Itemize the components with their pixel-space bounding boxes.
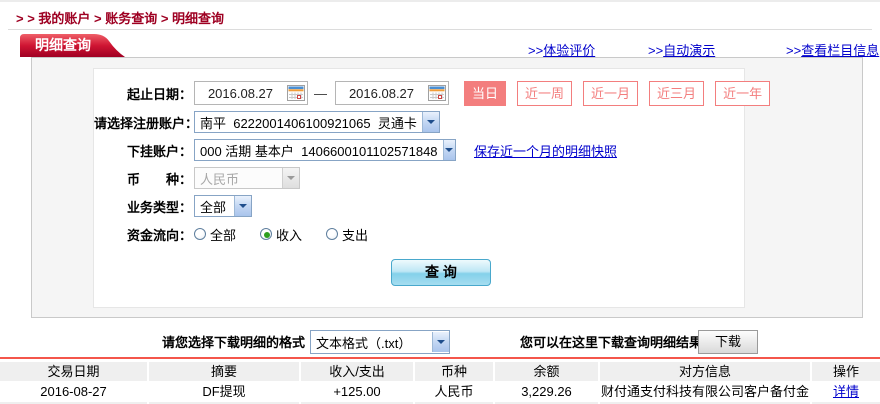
sub-account-value: 000 活期 基本户 1406600101102571848	[200, 143, 438, 159]
cell-balance: 3,229.26	[495, 382, 598, 401]
chevron-down-icon[interactable]	[422, 112, 439, 132]
flow-option-label: 支出	[342, 227, 369, 243]
breadcrumb-divider	[8, 29, 872, 30]
calendar-icon[interactable]	[427, 84, 447, 102]
download-format-value: 文本格式（.txt）	[316, 335, 412, 351]
register-account-value: 南平 6222001406100921065 灵通卡	[200, 115, 417, 131]
flow-option-all[interactable]: 全部	[194, 225, 236, 244]
cell-income-amount: +125.00	[301, 382, 413, 401]
cell-action: 详情	[812, 382, 880, 401]
sub-account-select[interactable]: 000 活期 基本户 1406600101102571848	[194, 139, 456, 161]
fund-flow-row: 资金流向： 全部 收入 支出	[94, 221, 368, 247]
date-to-input[interactable]: 2016.08.27	[335, 81, 449, 105]
tab-detail-query[interactable]: 明细查询	[20, 34, 125, 57]
radio-checked-icon[interactable]	[260, 228, 273, 240]
flow-option-income[interactable]: 收入	[260, 225, 302, 244]
cell-currency: 人民币	[415, 382, 493, 401]
date-range-row: 起止日期： 2016.08.27 — 2016.08.27 当日 近一周 近一月…	[94, 80, 771, 106]
register-account-select[interactable]: 南平 6222001406100921065 灵通卡	[194, 111, 440, 133]
table-row: 2016-08-27 DF提现 +125.00 人民币 3,229.26 财付通…	[0, 382, 880, 401]
download-button[interactable]: 下载	[698, 330, 758, 354]
fund-flow-label: 资金流向：	[126, 227, 192, 243]
date-to-value[interactable]: 2016.08.27	[336, 86, 427, 101]
radio-unchecked-icon[interactable]	[194, 228, 206, 240]
save-snapshot-link[interactable]: 保存近一个月的明细快照	[474, 141, 617, 160]
currency-select-disabled: 人民币	[194, 167, 300, 189]
header-summary: 摘要	[149, 362, 299, 381]
detail-query-page: > > 我的账户 > 账务查询 > 明细查询 明细查询 >>体验评价 >>自动演…	[0, 0, 880, 404]
sub-account-label: 下挂账户：	[126, 143, 192, 159]
header-balance: 余额	[495, 362, 598, 381]
business-type-select[interactable]: 全部	[194, 195, 252, 217]
table-header-row: 交易日期 摘要 收入/支出 币种 余额 对方信息 操作	[0, 362, 880, 381]
top-edge-divider	[0, 0, 880, 2]
chevron-down-icon[interactable]	[234, 196, 251, 216]
link-label[interactable]: 体验评价	[543, 43, 595, 58]
header-action: 操作	[812, 362, 880, 381]
radio-unchecked-icon[interactable]	[326, 228, 339, 240]
date-from-input[interactable]: 2016.08.27	[194, 81, 308, 105]
sub-account-row: 下挂账户： 000 活期 基本户 1406600101102571848 保存近…	[94, 137, 617, 163]
date-range-label: 起止日期：	[126, 86, 192, 102]
header-counterparty: 对方信息	[600, 362, 810, 381]
query-button[interactable]: 查 询	[391, 259, 491, 286]
business-type-row: 业务类型： 全部	[94, 193, 252, 219]
currency-row: 币 种： 人民币	[94, 165, 300, 191]
download-format-label: 请您选择下载明细的格式	[162, 335, 306, 350]
cell-trade-date: 2016-08-27	[0, 382, 147, 401]
flow-option-label: 全部	[210, 227, 237, 243]
range-button-week[interactable]: 近一周	[517, 80, 573, 106]
range-button-today[interactable]: 当日	[464, 80, 507, 106]
range-button-year[interactable]: 近一年	[715, 80, 771, 106]
detail-link[interactable]: 详情	[833, 384, 859, 399]
header-trade-date: 交易日期	[0, 362, 147, 381]
register-account-label: 请选择注册账户：	[94, 115, 199, 131]
link-prefix: >>	[786, 43, 802, 58]
date-range-separator: —	[314, 85, 327, 101]
flow-option-label: 收入	[276, 227, 303, 243]
flow-option-expense[interactable]: 支出	[326, 225, 368, 244]
currency-value: 人民币	[200, 171, 240, 187]
download-format-select[interactable]: 文本格式（.txt）	[310, 330, 450, 354]
cell-summary: DF提现	[149, 382, 299, 401]
download-hint: 您可以在这里下载查询明细结果	[520, 335, 703, 350]
calendar-icon[interactable]	[286, 84, 306, 102]
date-from-value[interactable]: 2016.08.27	[195, 86, 286, 101]
chevron-down-icon[interactable]	[432, 332, 449, 352]
link-prefix: >>	[528, 43, 544, 58]
header-income-expense: 收入/支出	[301, 362, 413, 381]
link-label[interactable]: 自动演示	[663, 43, 715, 58]
tab-label: 明细查询	[35, 37, 91, 53]
table-top-divider	[0, 357, 880, 359]
business-type-value: 全部	[200, 199, 227, 215]
header-currency: 币种	[415, 362, 493, 381]
register-account-row: 请选择注册账户： 南平 6222001406100921065 灵通卡	[94, 109, 440, 135]
link-prefix: >>	[648, 43, 664, 58]
chevron-down-icon	[282, 168, 299, 188]
currency-label: 币 种：	[126, 171, 192, 187]
business-type-label: 业务类型：	[126, 199, 192, 215]
range-button-quarter[interactable]: 近三月	[649, 80, 705, 106]
breadcrumb: > > 我的账户 > 账务查询 > 明细查询	[16, 11, 225, 26]
range-button-month[interactable]: 近一月	[583, 80, 639, 106]
chevron-down-icon[interactable]	[442, 140, 455, 160]
link-label[interactable]: 查看栏目信息	[801, 43, 879, 58]
cell-counterparty: 财付通支付科技有限公司客户备付金	[600, 382, 810, 401]
